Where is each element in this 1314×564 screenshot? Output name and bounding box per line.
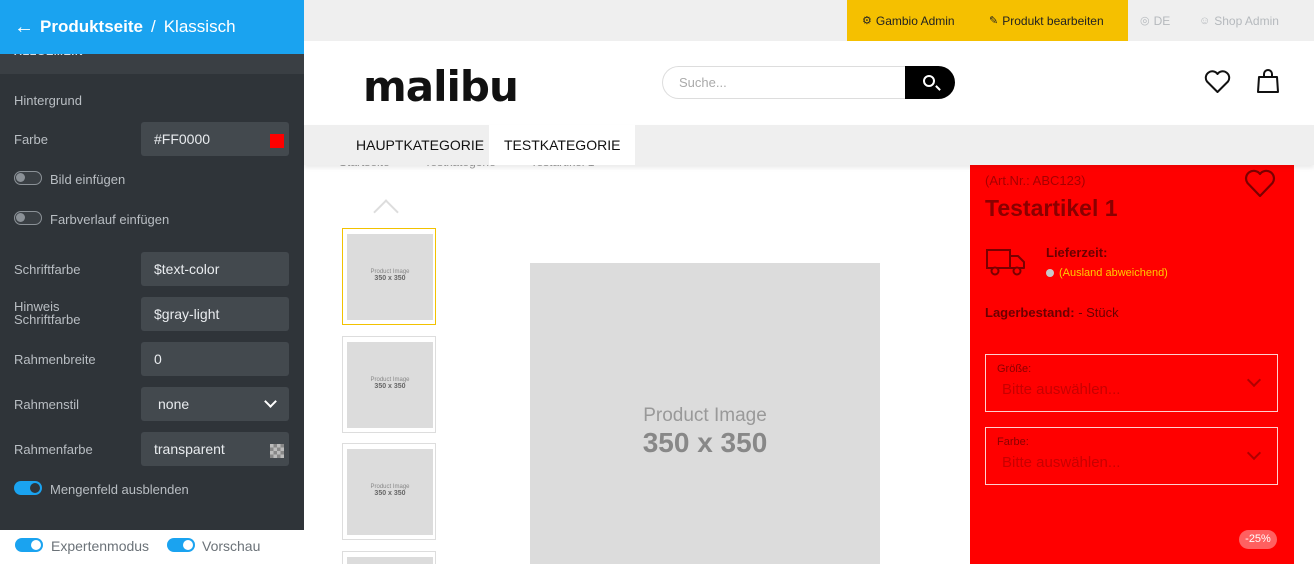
color-input[interactable]: #FF0000 bbox=[141, 122, 289, 156]
discount-badge: -25% bbox=[1239, 530, 1277, 549]
color-select-value: Bitte auswählen... bbox=[1002, 454, 1121, 471]
border-width-label: Rahmenbreite bbox=[14, 352, 96, 367]
admin-bar: ⚙ Gambio Admin ✎ Produkt bearbeiten ◎ DE… bbox=[304, 0, 1314, 41]
category-nav: HAUPTKATEGORIE TESTKATEGORIE bbox=[304, 125, 1314, 165]
hint-label-line2: Schriftfarbe bbox=[14, 312, 81, 327]
search-input[interactable]: Suche... bbox=[662, 66, 906, 99]
language-label: DE bbox=[1153, 13, 1171, 28]
nav-item-testkategorie[interactable]: TESTKATEGORIE bbox=[489, 125, 636, 165]
stock-value: - Stück bbox=[1074, 305, 1119, 320]
main-image-size: 350 x 350 bbox=[642, 427, 768, 458]
cart-bag-icon[interactable] bbox=[1256, 68, 1280, 94]
delivery-time-label: Lieferzeit: bbox=[1046, 245, 1108, 260]
thumbnail-size: 350 x 350 bbox=[374, 490, 406, 497]
thumbnail-size: 350 x 350 bbox=[374, 275, 406, 282]
back-link[interactable]: Produktseite bbox=[40, 17, 143, 37]
shop-admin-link[interactable]: ☺ Shop Admin bbox=[1199, 0, 1279, 41]
style-editor-sidebar: ALLGEMEIN ← Produktseite / Klassisch Hin… bbox=[0, 0, 304, 564]
wishlist-heart-icon[interactable] bbox=[1204, 70, 1231, 94]
preview-label: Vorschau bbox=[202, 538, 261, 554]
chevron-down-icon bbox=[1246, 372, 1262, 388]
wishlist-heart-icon[interactable] bbox=[1244, 169, 1276, 199]
color-label: Farbe bbox=[14, 132, 48, 147]
edit-product-label: Produkt bearbeiten bbox=[1002, 13, 1104, 28]
border-style-select[interactable]: none bbox=[141, 387, 289, 421]
expert-mode-toggle[interactable] bbox=[15, 538, 43, 552]
product-title: Testartikel 1 bbox=[985, 195, 1118, 221]
color-swatch[interactable] bbox=[270, 134, 284, 148]
delivery-status-icon bbox=[1046, 269, 1054, 277]
transparent-swatch[interactable] bbox=[270, 444, 284, 458]
gambio-admin-link[interactable]: ⚙ Gambio Admin bbox=[862, 0, 955, 41]
thumbnail-size: 350 x 350 bbox=[374, 383, 406, 390]
gears-icon: ⚙ bbox=[862, 15, 872, 27]
hide-quantity-toggle[interactable] bbox=[14, 481, 42, 495]
border-color-label: Rahmenfarbe bbox=[14, 442, 93, 457]
sidebar-header: ← Produktseite / Klassisch bbox=[0, 0, 304, 54]
font-color-label: Schriftfarbe bbox=[14, 262, 81, 277]
edit-product-link[interactable]: ✎ Produkt bearbeiten bbox=[989, 0, 1104, 41]
thumbnail[interactable]: Product Image 350 x 350 bbox=[342, 228, 436, 325]
user-icon: ☺ bbox=[1199, 14, 1211, 27]
language-selector[interactable]: ◎ DE bbox=[1140, 0, 1170, 41]
insert-gradient-label: Farbverlauf einfügen bbox=[50, 212, 170, 227]
thumbnail[interactable] bbox=[342, 551, 436, 564]
chevron-down-icon bbox=[1246, 445, 1262, 461]
shop-logo[interactable]: malibu bbox=[363, 62, 519, 111]
gambio-admin-label: Gambio Admin bbox=[875, 13, 955, 28]
delivery-truck-icon bbox=[986, 249, 1025, 276]
globe-icon: ◎ bbox=[1140, 15, 1150, 27]
thumbnail[interactable]: Product Image 350 x 350 bbox=[342, 443, 436, 540]
border-color-input[interactable]: transparent bbox=[141, 432, 289, 466]
font-color-input[interactable]: $text-color bbox=[141, 252, 289, 286]
delivery-note[interactable]: (Ausland abweichend) bbox=[1059, 267, 1168, 279]
search-button[interactable] bbox=[905, 66, 955, 99]
preview-toggle[interactable] bbox=[167, 538, 195, 552]
article-number: (Art.Nr.: ABC123) bbox=[985, 173, 1086, 188]
insert-image-toggle[interactable] bbox=[14, 171, 42, 185]
insert-gradient-toggle[interactable] bbox=[14, 211, 42, 225]
color-select-label: Farbe: bbox=[997, 436, 1029, 448]
hint-font-color-label: Hinweis Schriftfarbe bbox=[14, 300, 80, 326]
background-heading: Hintergrund bbox=[14, 93, 82, 108]
hide-quantity-label: Mengenfeld ausblenden bbox=[50, 482, 189, 497]
main-image-label: Product Image bbox=[643, 405, 767, 426]
border-color-value: transparent bbox=[154, 441, 225, 457]
sidebar-footer: Expertenmodus Vorschau bbox=[0, 530, 304, 564]
back-arrow-icon[interactable]: ← bbox=[14, 17, 34, 37]
thumbnail-image: Product Image 350 x 350 bbox=[347, 449, 433, 535]
hint-font-color-input[interactable]: $gray-light bbox=[141, 297, 289, 331]
thumbnail-scroll-up-icon[interactable] bbox=[373, 199, 399, 225]
thumbnail-image: Product Image 350 x 350 bbox=[347, 234, 433, 320]
stock-label: Lagerbestand: bbox=[985, 305, 1075, 320]
color-input-value: #FF0000 bbox=[154, 131, 211, 147]
expert-mode-label: Expertenmodus bbox=[51, 538, 150, 554]
stock-info: Lagerbestand: - Stück bbox=[985, 305, 1119, 320]
main-product-image[interactable]: Product Image 350 x 350 bbox=[530, 263, 880, 564]
size-select-value: Bitte auswählen... bbox=[1002, 381, 1121, 398]
size-select[interactable]: Größe: Bitte auswählen... bbox=[985, 354, 1278, 412]
insert-image-label: Bild einfügen bbox=[50, 172, 126, 187]
pencil-icon: ✎ bbox=[989, 15, 999, 27]
product-info-panel: (Art.Nr.: ABC123) Testartikel 1 Lieferze… bbox=[970, 165, 1294, 564]
search-icon bbox=[923, 75, 935, 87]
sidebar-subtitle: Klassisch bbox=[163, 17, 236, 36]
size-select-label: Größe: bbox=[997, 363, 1032, 375]
border-style-value: none bbox=[158, 396, 190, 412]
thumbnail[interactable]: Product Image 350 x 350 bbox=[342, 336, 436, 433]
chevron-down-icon bbox=[264, 395, 277, 408]
breadcrumb-separator: / bbox=[150, 17, 156, 36]
shop-admin-label: Shop Admin bbox=[1214, 13, 1279, 28]
thumbnail-image: Product Image 350 x 350 bbox=[347, 342, 433, 428]
border-width-input[interactable]: 0 bbox=[141, 342, 289, 376]
nav-item-hauptkategorie[interactable]: HAUPTKATEGORIE bbox=[341, 125, 499, 165]
thumbnail-image bbox=[347, 557, 433, 564]
border-style-label: Rahmenstil bbox=[14, 397, 80, 412]
color-select[interactable]: Farbe: Bitte auswählen... bbox=[985, 427, 1278, 485]
